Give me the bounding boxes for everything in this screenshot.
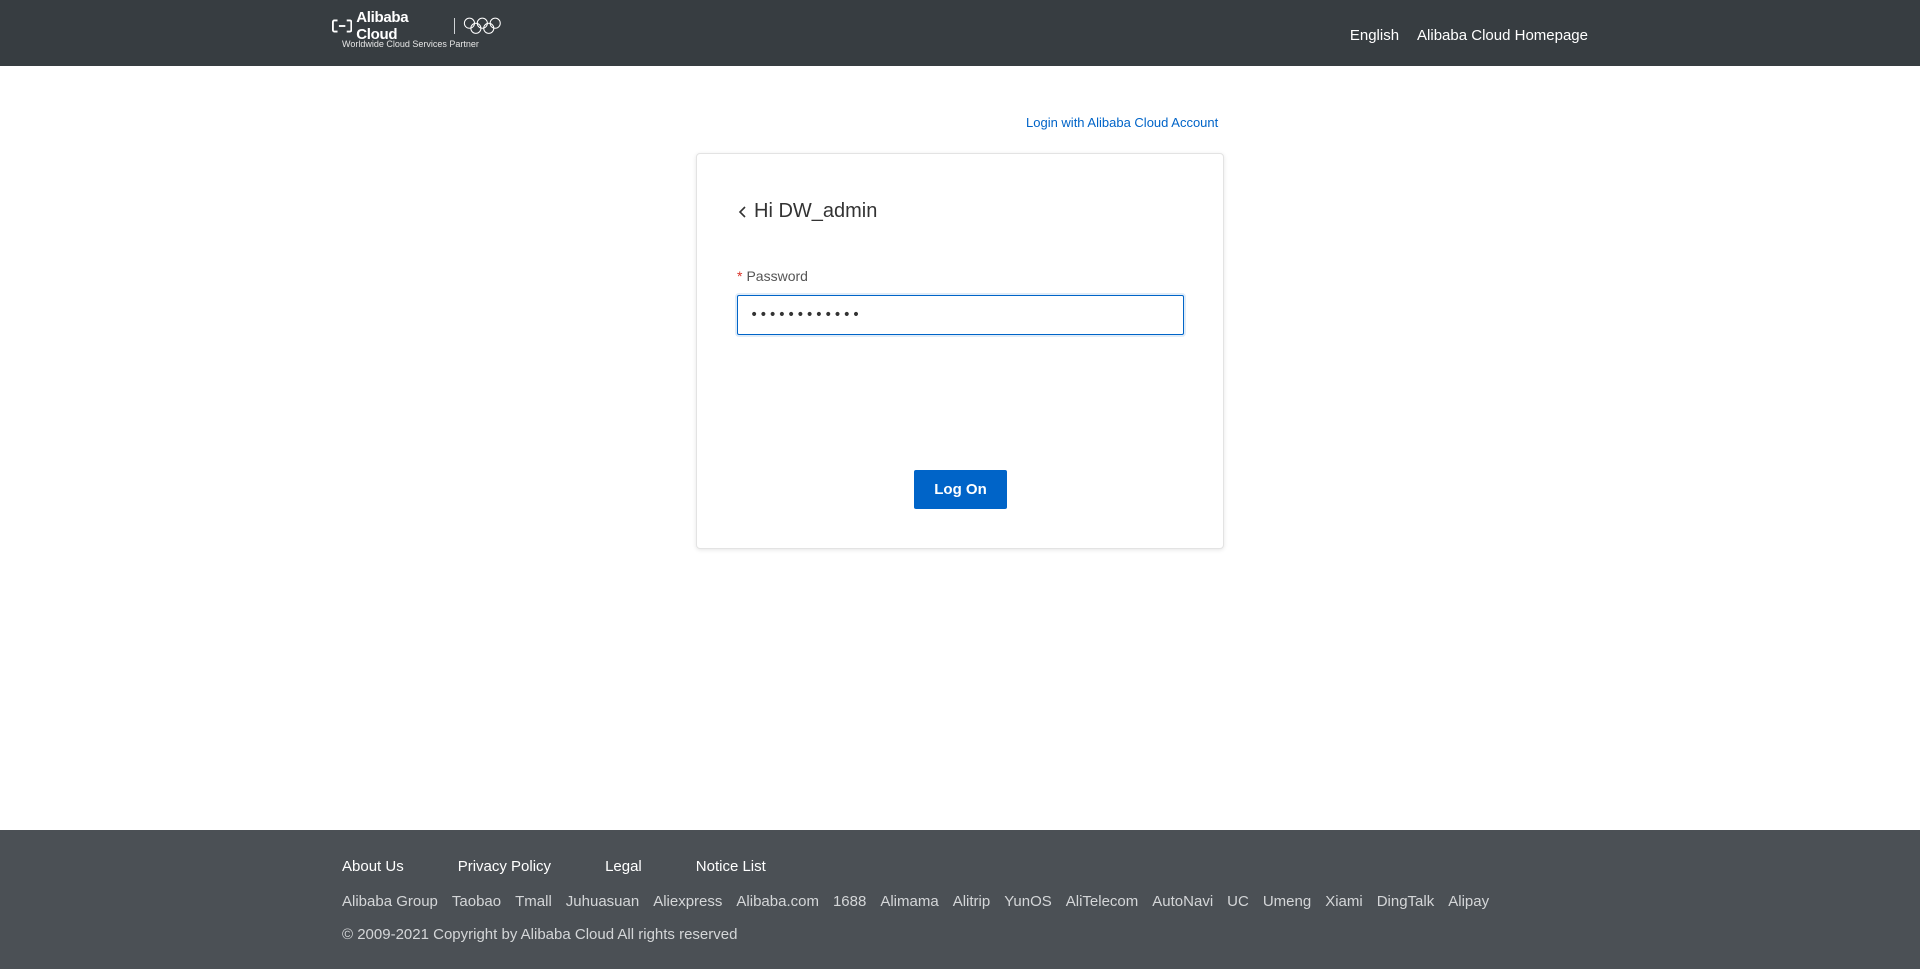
- site-link-alimama[interactable]: Alimama: [880, 893, 938, 910]
- site-link-alibaba-group[interactable]: Alibaba Group: [342, 893, 438, 910]
- top-header: Alibaba Cloud Worldwide Cloud Services P…: [0, 0, 1920, 66]
- footer-main-links: About Us Privacy Policy Legal Notice Lis…: [342, 858, 766, 875]
- brand-divider: [454, 18, 456, 34]
- site-link-autonavi[interactable]: AutoNavi: [1152, 893, 1213, 910]
- footer-site-links: Alibaba Group Taobao Tmall Juhuasuan Ali…: [342, 893, 1489, 910]
- site-link-dingtalk[interactable]: DingTalk: [1377, 893, 1435, 910]
- site-link-tmall[interactable]: Tmall: [515, 893, 552, 910]
- required-mark: *: [737, 268, 743, 284]
- alibaba-cloud-logo-icon: [332, 19, 353, 33]
- site-link-alibaba-com[interactable]: Alibaba.com: [736, 893, 819, 910]
- olympic-rings-icon: [464, 17, 502, 34]
- notice-list-link[interactable]: Notice List: [696, 858, 766, 875]
- alibaba-account-login-link[interactable]: Login with Alibaba Cloud Account: [1026, 115, 1218, 130]
- login-card: Hi DW_admin *Password Log On: [696, 153, 1224, 549]
- site-link-yunos[interactable]: YunOS: [1004, 893, 1052, 910]
- site-link-taobao[interactable]: Taobao: [452, 893, 501, 910]
- about-us-link[interactable]: About Us: [342, 858, 404, 875]
- password-label: * Password: [737, 268, 808, 284]
- site-link-alitrip[interactable]: Alitrip: [953, 893, 991, 910]
- copyright-text: © 2009-2021 Copyright by Alibaba Cloud A…: [342, 926, 738, 943]
- site-link-juhuasuan[interactable]: Juhuasuan: [566, 893, 639, 910]
- homepage-link[interactable]: Alibaba Cloud Homepage: [1417, 27, 1588, 44]
- brand-tagline: Worldwide Cloud Services Partner: [342, 39, 479, 49]
- greeting-row: Hi DW_admin: [737, 200, 877, 223]
- password-label-text: Password: [746, 268, 808, 284]
- password-input[interactable]: [737, 295, 1184, 335]
- brand-name: Alibaba Cloud: [356, 9, 409, 43]
- site-link-xiami[interactable]: Xiami: [1325, 893, 1363, 910]
- chevron-left-icon[interactable]: [737, 205, 749, 219]
- privacy-policy-link[interactable]: Privacy Policy: [458, 858, 551, 875]
- log-on-button[interactable]: Log On: [914, 470, 1007, 509]
- footer: About Us Privacy Policy Legal Notice Lis…: [0, 830, 1920, 969]
- site-link-alipay[interactable]: Alipay: [1448, 893, 1489, 910]
- site-link-umeng[interactable]: Umeng: [1263, 893, 1311, 910]
- site-link-uc[interactable]: UC: [1227, 893, 1249, 910]
- language-link[interactable]: English: [1350, 27, 1399, 44]
- site-link-alitelecom[interactable]: AliTelecom: [1066, 893, 1139, 910]
- top-nav: English Alibaba Cloud Homepage: [1350, 0, 1588, 70]
- greeting-text: Hi DW_admin: [754, 200, 878, 222]
- site-link-aliexpress[interactable]: Aliexpress: [653, 893, 722, 910]
- legal-link[interactable]: Legal: [605, 858, 642, 875]
- brand-row: Alibaba Cloud: [332, 9, 502, 43]
- brand-logo[interactable]: Alibaba Cloud Worldwide Cloud Services P…: [332, 9, 502, 52]
- site-link-1688[interactable]: 1688: [833, 893, 866, 910]
